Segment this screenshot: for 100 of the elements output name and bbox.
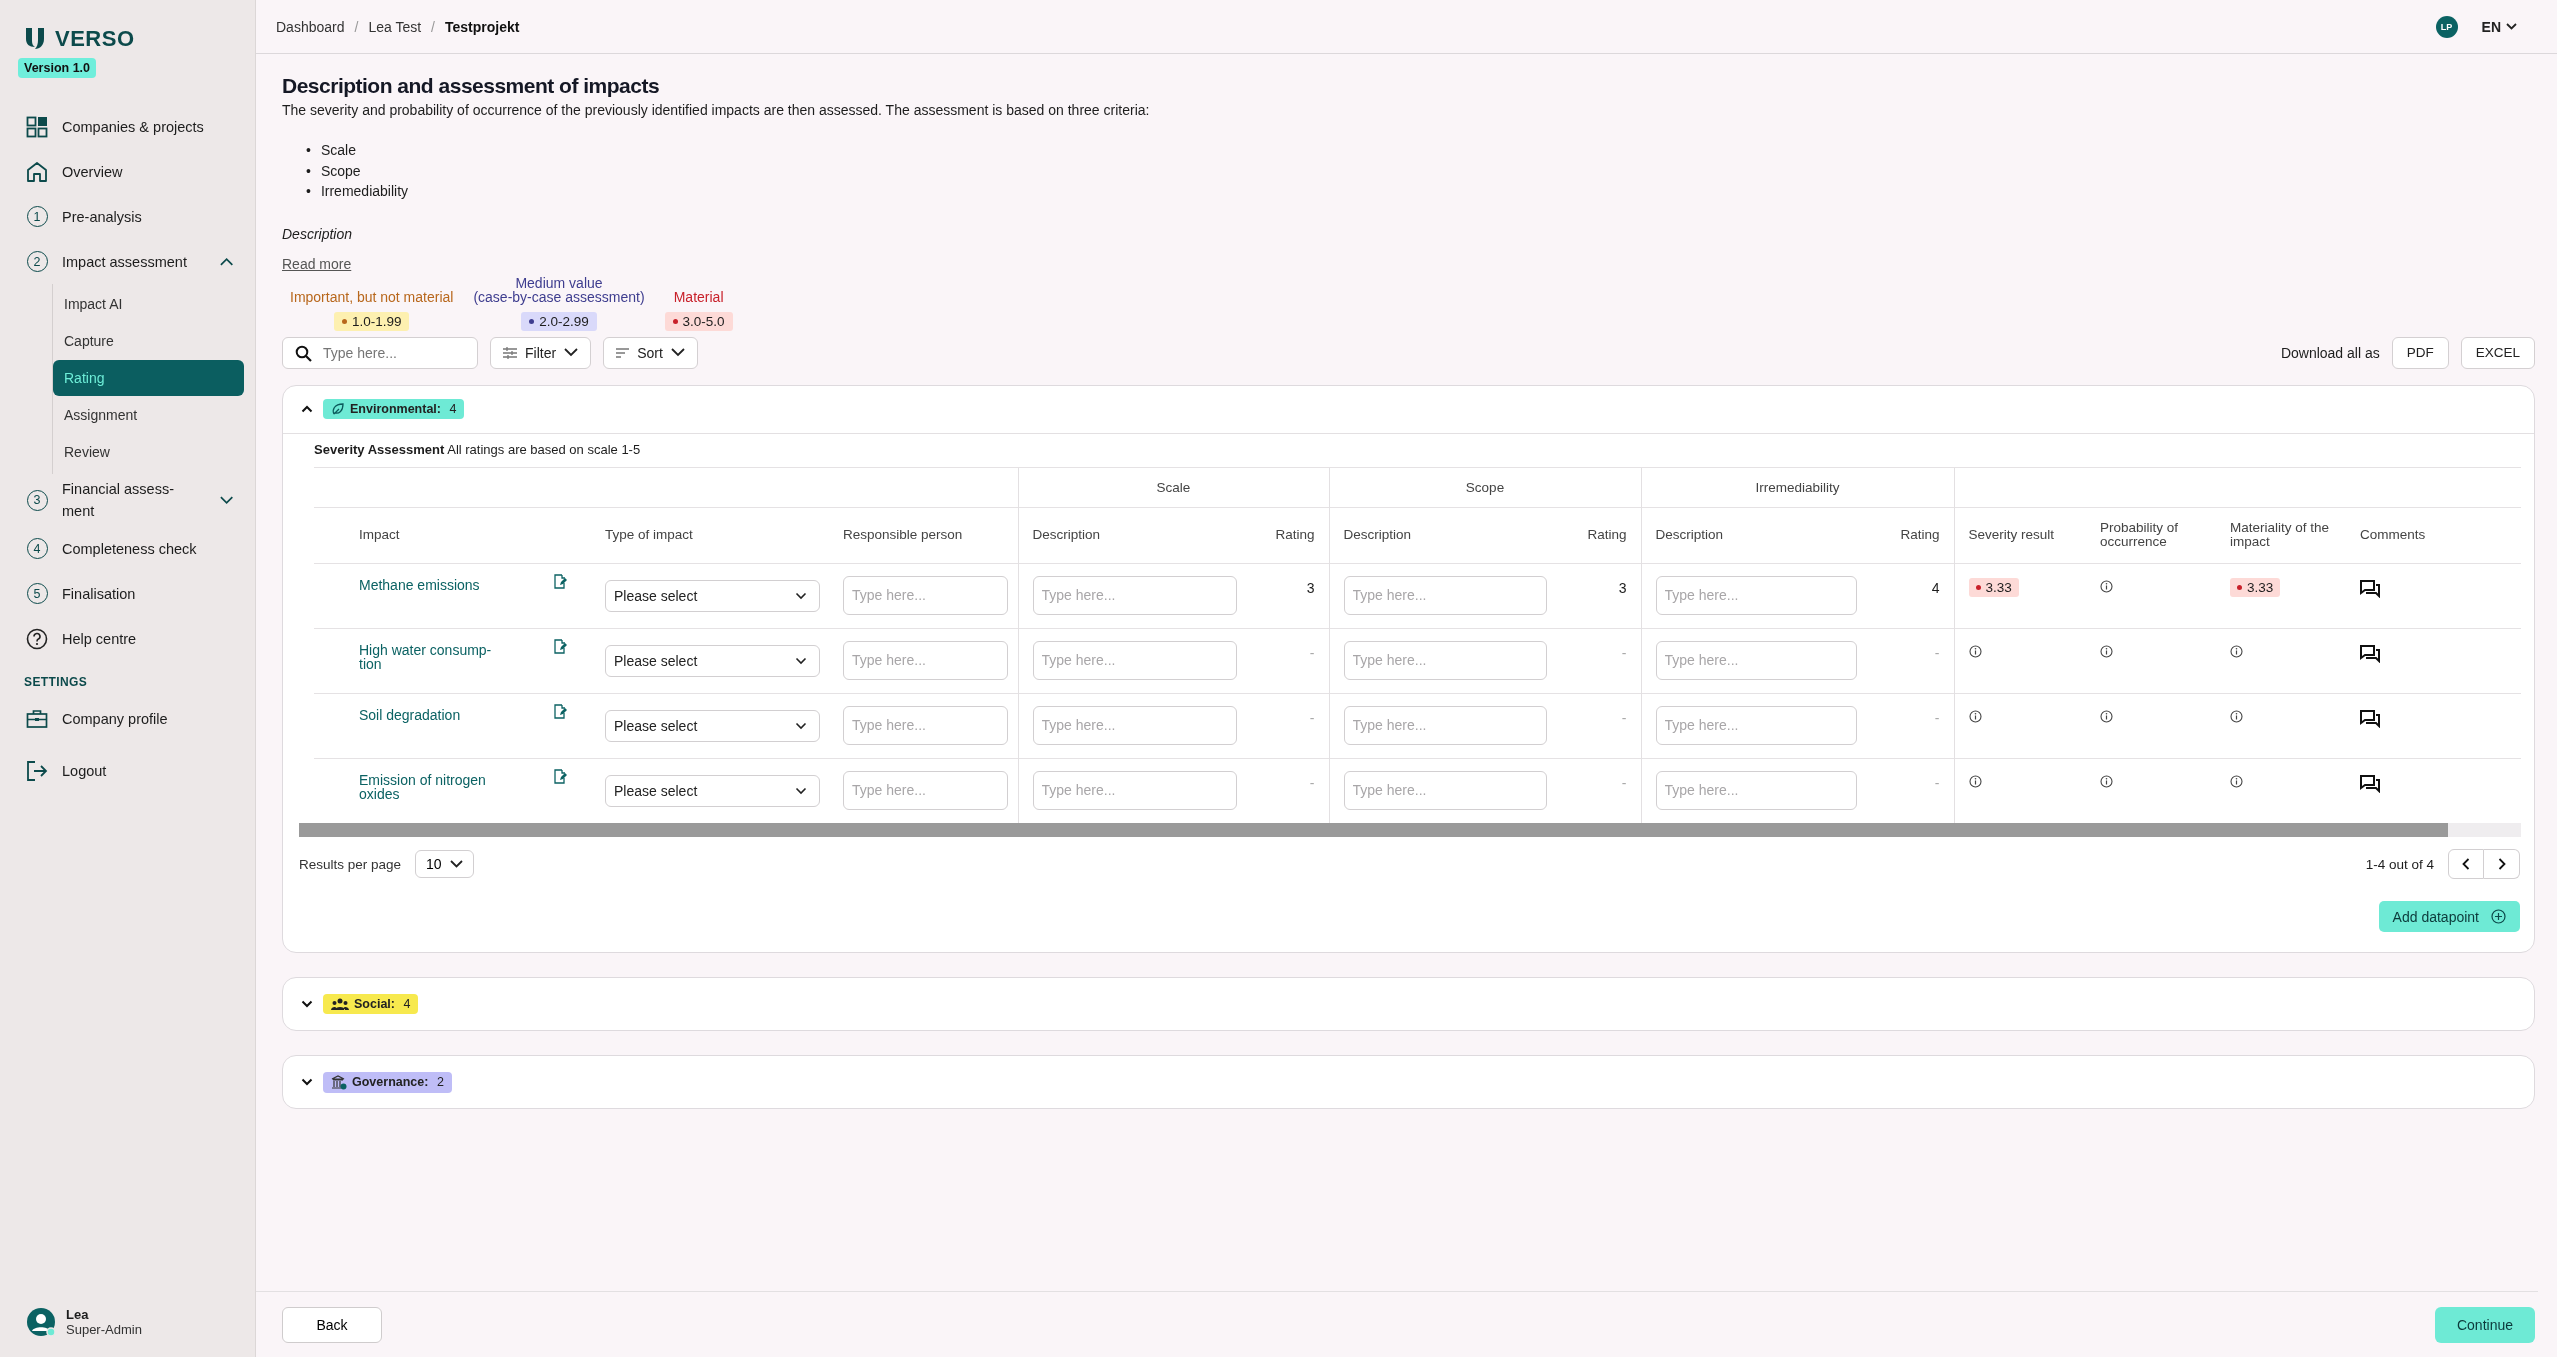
subnav-item[interactable]: Assignment — [53, 397, 244, 433]
chevron-down-icon — [795, 786, 807, 795]
filter-button[interactable]: Filter — [490, 336, 592, 369]
impact-link[interactable]: High water consump- tion — [359, 638, 509, 671]
info-icon[interactable] — [2230, 709, 2243, 723]
info-icon[interactable] — [2100, 709, 2113, 723]
legend-label: Material — [673, 289, 724, 304]
legend-badge: 1.0-1.99 — [333, 311, 410, 331]
nav-item[interactable]: Companies & projects — [18, 104, 240, 149]
column-header: Rating — [1900, 527, 1940, 542]
info-icon[interactable] — [1968, 774, 1982, 788]
input-field[interactable]: Type here... — [1655, 640, 1857, 680]
logout-icon — [26, 760, 48, 782]
input-field[interactable]: Type here... — [1655, 770, 1857, 810]
nav-item[interactable]: 1 Pre-analysis — [18, 194, 240, 239]
type-select[interactable]: Please select — [605, 709, 820, 742]
description-label: Description — [282, 225, 354, 242]
column-header: Severity result — [1968, 527, 2055, 542]
column-group-header: Scope — [1465, 479, 1505, 495]
input-field[interactable]: Type here... — [843, 705, 1008, 745]
category-tag[interactable]: Social: 4 — [323, 994, 419, 1014]
input-field[interactable]: Type here... — [1655, 705, 1857, 745]
input-field[interactable]: Type here... — [1655, 575, 1857, 615]
nav-item[interactable]: Logout — [18, 745, 240, 797]
breadcrumb-link[interactable]: Dashboard — [276, 18, 345, 35]
edit-icon[interactable] — [554, 573, 567, 589]
subnav-item[interactable]: Rating — [53, 360, 244, 396]
input-field[interactable]: Type here... — [1343, 705, 1547, 745]
breadcrumb-link[interactable]: Lea Test — [368, 18, 422, 35]
input-field[interactable]: Type here... — [1032, 640, 1237, 680]
input-field[interactable]: Type here... — [843, 770, 1008, 810]
input-field[interactable]: Type here... — [1032, 705, 1237, 745]
subnav-item[interactable]: Impact AI — [53, 286, 244, 322]
nav-item[interactable]: Overview — [18, 149, 240, 194]
add-datapoint-button[interactable]: Add datapoint — [2378, 901, 2520, 932]
download-button[interactable]: PDF — [2391, 336, 2449, 369]
type-select[interactable]: Please select — [605, 579, 820, 612]
category-tag[interactable]: Environmental: 4 — [323, 399, 465, 419]
logo-text: VERSO — [55, 26, 135, 52]
materiality-badge: 3.33 — [2230, 577, 2281, 597]
horizontal-scrollbar[interactable] — [299, 823, 2521, 837]
nav-item[interactable]: 4 Completeness check — [18, 526, 240, 571]
continue-button[interactable]: Continue — [2435, 1306, 2535, 1343]
nav-item[interactable]: 5 Finalisation — [18, 571, 240, 616]
input-field[interactable]: Type here... — [1343, 640, 1547, 680]
page-size-select[interactable]: 10 — [415, 850, 474, 878]
nav-item[interactable]: Help centre — [18, 616, 240, 661]
info-icon[interactable] — [2100, 644, 2113, 658]
nav-item[interactable]: 3 Financial assess- ment — [18, 474, 240, 526]
chevron-down-icon — [449, 860, 463, 868]
info-icon[interactable] — [2100, 774, 2113, 788]
type-select[interactable]: Please select — [605, 644, 820, 677]
chevron-icon[interactable] — [301, 1078, 313, 1086]
comments-icon[interactable] — [2360, 774, 2380, 793]
info-icon[interactable] — [1968, 709, 1982, 723]
input-field[interactable]: Type here... — [1032, 575, 1237, 615]
page-title: Description and assessment of impacts — [282, 74, 661, 98]
column-header: Materiality of the impact — [2230, 520, 2330, 549]
nav-item[interactable]: 2 Impact assessment — [18, 239, 240, 284]
chevron-down-icon — [795, 721, 807, 730]
input-field[interactable]: Type here... — [1343, 575, 1547, 615]
edit-icon[interactable] — [554, 638, 567, 654]
info-icon[interactable] — [2100, 579, 2113, 593]
info-icon[interactable] — [2230, 774, 2243, 788]
download-button[interactable]: EXCEL — [2460, 336, 2535, 369]
comments-icon[interactable] — [2360, 579, 2380, 598]
input-field[interactable]: Type here... — [1343, 770, 1547, 810]
sort-button[interactable]: Sort — [603, 336, 698, 369]
info-icon[interactable] — [2230, 644, 2243, 658]
filter-icon — [503, 346, 517, 359]
edit-icon[interactable] — [554, 768, 567, 784]
column-header: Rating — [1275, 527, 1315, 542]
impact-link[interactable]: Soil degradation — [359, 703, 509, 722]
search-field[interactable]: Type here... — [282, 336, 478, 369]
legend-label: Important, but not material — [290, 289, 454, 304]
chevron-icon[interactable] — [301, 405, 313, 413]
download-label: Download all as — [2280, 344, 2380, 361]
column-header: Comments — [2360, 527, 2426, 542]
subnav-item[interactable]: Review — [53, 434, 244, 470]
subnav-item[interactable]: Capture — [53, 323, 244, 359]
nav-item[interactable]: Company profile — [18, 693, 240, 745]
info-icon[interactable] — [1968, 644, 1982, 658]
back-button[interactable]: Back — [282, 1306, 382, 1343]
comments-icon[interactable] — [2360, 709, 2380, 728]
read-more-link[interactable]: Read more — [282, 255, 352, 272]
results-per-page-label: Results per page — [299, 856, 402, 872]
input-field[interactable]: Type here... — [1032, 770, 1237, 810]
impact-link[interactable]: Methane emissions — [359, 573, 509, 592]
impact-link[interactable]: Emission of nitrogen oxides — [359, 768, 509, 801]
comments-icon[interactable] — [2360, 644, 2380, 663]
bullet: • — [306, 161, 311, 181]
edit-icon[interactable] — [554, 703, 567, 719]
type-select[interactable]: Please select — [605, 774, 820, 807]
language-select[interactable]: EN — [2481, 18, 2517, 35]
input-field[interactable]: Type here... — [843, 575, 1008, 615]
input-field[interactable]: Type here... — [843, 640, 1008, 680]
chevron-icon[interactable] — [301, 1000, 313, 1008]
category-tag[interactable]: Governance: 2 — [323, 1071, 452, 1093]
user-avatar[interactable]: LP — [2435, 15, 2458, 38]
breadcrumb-link[interactable]: Testprojekt — [444, 18, 520, 35]
